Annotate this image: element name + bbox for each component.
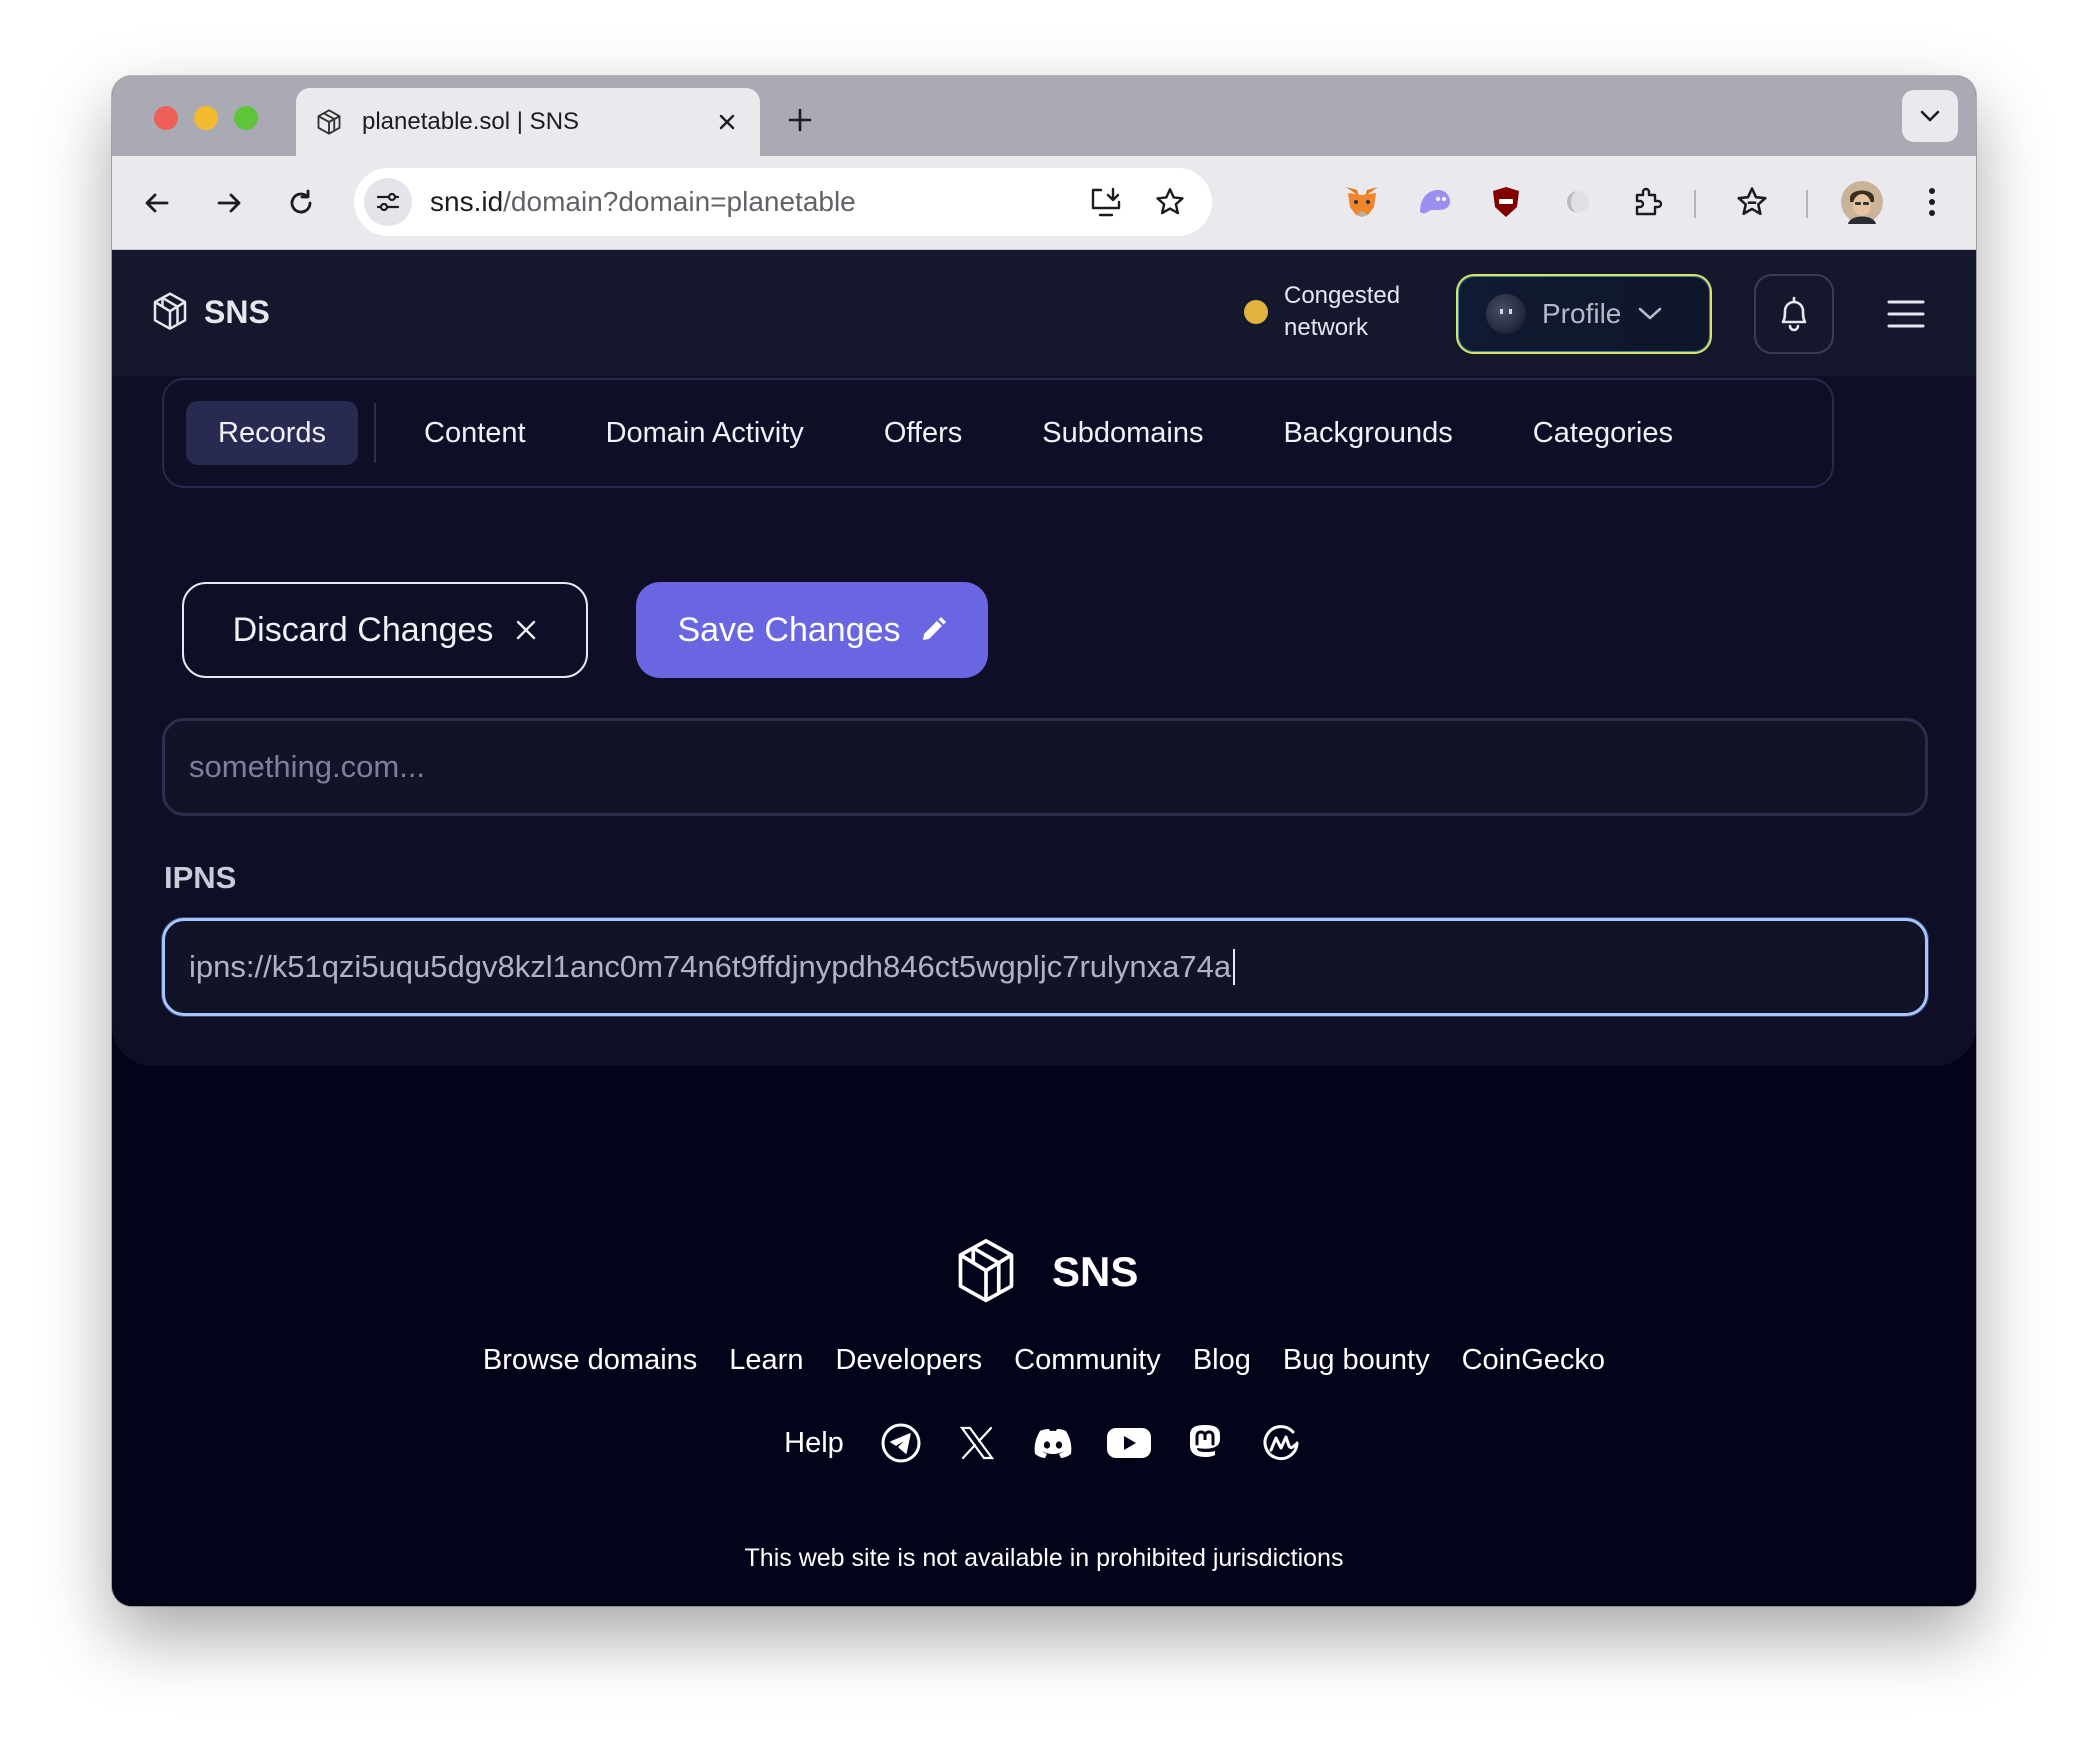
footer-help-link[interactable]: Help	[784, 1427, 844, 1460]
url-text: sns.id/domain?domain=planetable	[430, 186, 1084, 218]
footer-link-bug-bounty[interactable]: Bug bounty	[1283, 1344, 1430, 1377]
close-window-button[interactable]	[154, 106, 178, 130]
brand-logo[interactable]: SNS	[150, 290, 270, 334]
youtube-icon[interactable]	[1106, 1420, 1152, 1466]
footer-brand[interactable]: SNS	[952, 1234, 1138, 1310]
maximize-window-button[interactable]	[234, 106, 258, 130]
tab-offers[interactable]: Offers	[852, 401, 994, 465]
tab-categories[interactable]: Categories	[1501, 401, 1705, 465]
user-avatar[interactable]	[1838, 178, 1886, 226]
minimize-window-button[interactable]	[194, 106, 218, 130]
browser-tab-active[interactable]: planetable.sol | SNS	[296, 88, 760, 156]
profile-label: Profile	[1542, 298, 1622, 329]
menu-icon	[1887, 300, 1925, 328]
toolbar-separator	[1694, 190, 1696, 218]
footer-link-browse-domains[interactable]: Browse domains	[483, 1344, 697, 1377]
browser-window: planetable.sol | SNS sns.id/domain?domai	[112, 76, 1976, 1606]
page: SNS Congested network Profile Records Co…	[112, 250, 1976, 1606]
discard-changes-button[interactable]: Discard Changes	[182, 582, 588, 678]
ublock-extension-icon[interactable]	[1482, 178, 1530, 226]
phantom-extension-icon[interactable]	[1410, 178, 1458, 226]
discard-label: Discard Changes	[232, 610, 494, 649]
extensions-puzzle-icon[interactable]	[1624, 178, 1672, 226]
save-label: Save Changes	[677, 610, 901, 649]
reading-list-icon[interactable]	[1728, 178, 1776, 226]
telegram-icon[interactable]	[878, 1420, 924, 1466]
bell-icon	[1781, 296, 1807, 332]
mastodon-icon[interactable]	[1182, 1420, 1228, 1466]
profile-dropdown-button[interactable]: Profile	[1456, 274, 1712, 354]
chevron-down-icon	[1635, 299, 1665, 329]
status-text: Congested network	[1284, 282, 1401, 341]
close-icon	[517, 620, 536, 640]
footer-link-learn[interactable]: Learn	[729, 1344, 803, 1377]
url-host: sns.id	[430, 186, 504, 217]
footer-link-developers[interactable]: Developers	[835, 1344, 982, 1377]
metamask-extension-icon[interactable]	[1338, 178, 1386, 226]
sns-logo-icon	[958, 1238, 1014, 1303]
url-record-input[interactable]	[162, 718, 1928, 816]
tab-content[interactable]: Content	[392, 401, 558, 465]
footer-disclaimer: This web site is not available in prohib…	[744, 1544, 1344, 1572]
text-caret	[1233, 949, 1236, 985]
sns-favicon-icon	[314, 107, 344, 137]
forward-button[interactable]	[204, 178, 254, 228]
browser-menu-icon[interactable]	[1908, 178, 1956, 226]
domain-tabs: Records Content Domain Activity Offers S…	[162, 378, 1834, 488]
bookmark-star-icon[interactable]	[1148, 180, 1192, 224]
toolbar-separator	[1806, 190, 1808, 218]
network-status: Congested network	[1244, 280, 1434, 344]
site-settings-icon[interactable]	[364, 178, 412, 226]
footer-social: Help	[112, 1420, 1976, 1466]
back-button[interactable]	[132, 178, 182, 228]
discord-icon[interactable]	[1030, 1420, 1076, 1466]
x-icon[interactable]	[954, 1420, 1000, 1466]
new-tab-button[interactable]	[778, 98, 822, 142]
hamburger-menu-button[interactable]	[1882, 290, 1930, 338]
footer-link-community[interactable]: Community	[1014, 1344, 1161, 1377]
tab-title: planetable.sol | SNS	[362, 108, 580, 135]
tab-records[interactable]: Records	[186, 401, 358, 465]
tab-strip: planetable.sol | SNS	[112, 76, 1976, 156]
tab-subdomains[interactable]: Subdomains	[1010, 401, 1235, 465]
dark-mode-extension-icon[interactable]	[1554, 178, 1602, 226]
brand-name: SNS	[204, 293, 270, 330]
status-dot	[1244, 300, 1268, 324]
tab-domain-activity[interactable]: Domain Activity	[574, 401, 836, 465]
footer-brand-name: SNS	[1052, 1248, 1139, 1295]
footer-link-coingecko[interactable]: CoinGecko	[1462, 1344, 1605, 1377]
tab-backgrounds[interactable]: Backgrounds	[1251, 401, 1484, 465]
url-path: /domain?domain=planetable	[503, 186, 856, 217]
notifications-button[interactable]	[1754, 274, 1834, 354]
address-bar[interactable]: sns.id/domain?domain=planetable	[354, 168, 1212, 236]
profile-avatar-icon	[1486, 294, 1526, 334]
coinmarketcap-icon[interactable]	[1258, 1420, 1304, 1466]
browser-toolbar: sns.id/domain?domain=planetable	[112, 156, 1976, 250]
tab-search-button[interactable]	[1902, 90, 1958, 142]
ipns-value: ipns://k51qzi5uqu5dgv8kzl1anc0m74n6t9ffd…	[189, 949, 1232, 984]
tab-close-icon[interactable]	[712, 107, 742, 137]
install-app-icon[interactable]	[1084, 180, 1128, 224]
domain-card: SNS Congested network Profile Records Co…	[112, 250, 1976, 1066]
footer-links: Browse domains Learn Developers Communit…	[112, 1344, 1976, 1377]
ipns-label: IPNS	[164, 860, 237, 895]
tab-separator	[374, 403, 376, 463]
ipns-input[interactable]: ipns://k51qzi5uqu5dgv8kzl1anc0m74n6t9ffd…	[162, 918, 1928, 1016]
footer-link-blog[interactable]: Blog	[1193, 1344, 1251, 1377]
pencil-icon	[922, 617, 946, 640]
save-changes-button[interactable]: Save Changes	[636, 582, 988, 678]
reload-button[interactable]	[276, 178, 326, 228]
app-header: SNS Congested network Profile	[112, 250, 1976, 376]
